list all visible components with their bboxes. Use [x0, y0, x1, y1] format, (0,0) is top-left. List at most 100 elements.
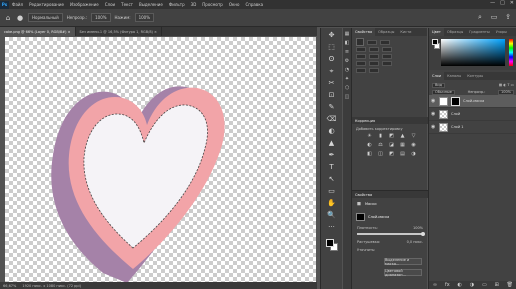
menu-item-layers[interactable]: Слои	[102, 2, 118, 7]
menu-item-view[interactable]: Просмотр	[199, 2, 226, 7]
search-icon[interactable]: ⌕	[476, 13, 484, 21]
minimize-icon[interactable]: —	[490, 0, 495, 6]
shape-tool-icon[interactable]: ▭	[327, 187, 337, 196]
add-mask-icon[interactable]: ◐	[458, 282, 462, 288]
layer-name[interactable]: Слой-маска	[463, 99, 484, 103]
tab-brushes[interactable]: Кисти	[397, 28, 414, 36]
selective-color-icon[interactable]: ◑	[410, 151, 417, 157]
eraser-tool-icon[interactable]: ⌫	[327, 115, 337, 124]
stroke-field[interactable]	[356, 60, 366, 66]
threshold-icon[interactable]: ◩	[388, 151, 395, 157]
extra-field-2[interactable]	[369, 67, 379, 73]
layer-name[interactable]: Слой	[451, 112, 460, 116]
layer-style-icon[interactable]: fx	[445, 282, 450, 288]
tab-swatches[interactable]: Образцы	[375, 28, 397, 36]
link-layers-icon[interactable]: ∞	[433, 282, 437, 288]
menu-item-select[interactable]: Выделение	[136, 2, 166, 7]
adjustment-layer-icon[interactable]: ◑	[470, 282, 474, 288]
canvas[interactable]	[5, 37, 316, 282]
blur-tool-icon[interactable]: ▲	[327, 139, 337, 148]
levels-icon[interactable]: ▮	[377, 133, 384, 139]
density-slider[interactable]	[357, 232, 425, 236]
hue-saturation-icon[interactable]: ◐	[366, 142, 373, 148]
layer-row[interactable]: ◉ Слой	[429, 108, 516, 121]
menu-item-filter[interactable]: Фильтр	[166, 2, 188, 7]
adjustments-icon[interactable]: ◔	[344, 67, 350, 73]
crop-tool-icon[interactable]: ✂	[327, 79, 337, 88]
frame-tool-icon[interactable]: ⊡	[327, 91, 337, 100]
tab-gradients[interactable]: Градиенты	[466, 28, 492, 36]
height-input[interactable]	[380, 39, 390, 45]
color-balance-icon[interactable]: ⚖	[377, 142, 384, 148]
layer-row[interactable]: ◉ Слой-маска	[429, 95, 516, 108]
align-right-field[interactable]	[382, 53, 392, 59]
x-input[interactable]	[356, 46, 366, 52]
path-select-tool-icon[interactable]: ↖	[327, 175, 337, 184]
align-center-field[interactable]	[369, 53, 379, 59]
zoom-tool-icon[interactable]: 🔍	[327, 211, 337, 220]
width-input[interactable]	[367, 39, 377, 45]
move-tool-icon[interactable]: ✥	[327, 31, 337, 40]
group-icon[interactable]: ▭	[482, 282, 487, 288]
visibility-eye-icon[interactable]: ◉	[431, 98, 436, 104]
tab-color-swatches[interactable]: Образцы	[444, 28, 466, 36]
vibrance-icon[interactable]: ▽	[410, 133, 417, 139]
layer-name[interactable]: Слой 1	[451, 125, 463, 129]
layer-filter-select[interactable]: Вид	[432, 82, 446, 88]
hand-tool-icon[interactable]: ✋	[327, 199, 337, 208]
black-white-icon[interactable]: ◪	[388, 142, 395, 148]
quick-select-tool-icon[interactable]: ⌖	[327, 67, 337, 76]
flow-input[interactable]: 100%	[134, 13, 155, 22]
color-swatches[interactable]	[325, 239, 338, 251]
tab-layers[interactable]: Слои	[429, 72, 445, 80]
menu-item-file[interactable]: Файл	[9, 2, 26, 7]
menu-item-image[interactable]: Изображение	[67, 2, 102, 7]
color-field[interactable]	[441, 39, 505, 66]
visibility-eye-icon[interactable]: ◉	[431, 111, 436, 117]
blend-mode-select[interactable]: Нормальный	[28, 13, 63, 22]
brush-tool-icon[interactable]: ✎	[327, 103, 337, 112]
marquee-tool-icon[interactable]: ⬚	[327, 43, 337, 52]
zoom-level[interactable]: 66,67%	[3, 284, 16, 288]
y-input[interactable]	[369, 46, 379, 52]
layer-mask-thumbnail[interactable]	[451, 96, 460, 106]
tab-patterns[interactable]: Узоры	[493, 28, 510, 36]
adjustments-header[interactable]: Коррекция	[352, 117, 428, 124]
shapes-icon[interactable]: ⬡	[344, 85, 350, 91]
paragraph-icon[interactable]: ≡	[344, 49, 350, 55]
posterize-icon[interactable]: ◫	[377, 151, 384, 157]
layer-row[interactable]: ◉ Слой 1	[429, 121, 516, 134]
mask-thumbnail[interactable]	[356, 213, 365, 221]
document-tab-cake[interactable]: cake.png @ 66% (Layer 0, RGB/8#) ×	[0, 27, 76, 36]
fill-field[interactable]	[369, 60, 379, 66]
close-icon[interactable]: ✕	[510, 0, 514, 6]
home-icon[interactable]: ⌂	[4, 14, 12, 22]
mini-foreground-swatch[interactable]	[432, 39, 438, 45]
layer-blend-mode-select[interactable]: Обычные	[432, 89, 455, 95]
gradient-tool-icon[interactable]: ◐	[327, 127, 337, 136]
type-tool-icon[interactable]: T	[327, 163, 337, 172]
trash-icon[interactable]: 🗑	[507, 282, 513, 288]
history-icon[interactable]: ▦	[344, 31, 350, 37]
gradient-map-icon[interactable]: ▤	[399, 151, 406, 157]
align-left-field[interactable]	[356, 53, 366, 59]
curves-icon[interactable]: ◩	[388, 133, 395, 139]
menu-item-help[interactable]: Справка	[242, 2, 266, 7]
properties-header[interactable]: Свойства	[352, 191, 428, 198]
menu-item-type[interactable]: Текст	[118, 2, 136, 7]
tab-properties[interactable]: Свойства	[352, 28, 376, 36]
angle-input[interactable]	[382, 46, 392, 52]
tab-channels[interactable]: Каналы	[444, 72, 464, 80]
brush-preset-icon[interactable]: ●	[16, 14, 24, 22]
new-layer-icon[interactable]: ⊞	[495, 282, 499, 288]
exposure-icon[interactable]: ▲	[399, 133, 406, 139]
menu-item-window[interactable]: Окно	[226, 2, 243, 7]
tab-paths[interactable]: Контуры	[464, 72, 486, 80]
opacity-input[interactable]: 100%	[91, 13, 111, 22]
menu-item-3d[interactable]: 3D	[188, 2, 200, 7]
photo-filter-icon[interactable]: ▦	[399, 142, 406, 148]
document-tab-untitled[interactable]: Без имени-1 @ 16,5% (Фигура 1, RGB/8) ×	[76, 27, 162, 36]
radius-field[interactable]	[382, 60, 392, 66]
share-icon[interactable]: ⇪	[504, 13, 512, 21]
pen-tool-icon[interactable]: ✒	[327, 151, 337, 160]
